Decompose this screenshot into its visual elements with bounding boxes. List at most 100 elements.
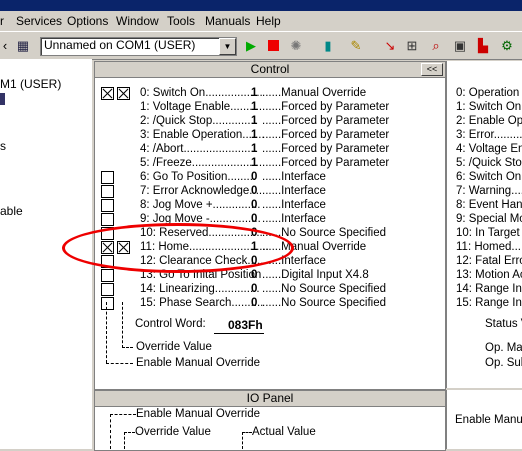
control-bit-value: 1 [251, 87, 258, 99]
book-icon[interactable]: ▙ [474, 37, 492, 54]
menu-tools[interactable]: Tools [167, 14, 195, 28]
control-bit-source[interactable]: ......Forced by Parameter [262, 143, 389, 156]
enable-manual-override-checkbox[interactable] [101, 87, 114, 100]
prev-icon[interactable]: ‹ [0, 37, 14, 54]
control-bit-value: 1 [251, 115, 258, 127]
status-bit-label: 4: Voltage En [456, 143, 522, 155]
enable-manual-override-checkbox[interactable] [101, 199, 114, 212]
status-value-label: Status V [485, 318, 522, 330]
status-bit-label: 12: Fatal Erro [456, 255, 522, 267]
control-bit-source[interactable]: ......Forced by Parameter [262, 129, 389, 142]
control-bit-source[interactable]: ......Interface [262, 213, 326, 226]
menu-partial[interactable]: r [0, 14, 4, 28]
control-bit-label: 6: Go To Position......... [140, 171, 257, 183]
status-bit-label: 11: Homed..... [456, 241, 522, 253]
menu-window[interactable]: Window [116, 14, 159, 28]
control-bit-row: 3: Enable Operation....... 1 ......Forced … [0, 129, 444, 142]
io-panel-title: IO Panel [246, 391, 294, 405]
control-bit-value: 1 [251, 129, 258, 141]
io-panel-header: IO Panel [95, 391, 445, 407]
enable-manual-override-checkbox[interactable] [101, 185, 114, 198]
enable-manual-override-checkbox[interactable] [101, 269, 114, 282]
control-bit-source[interactable]: ......No Source Specified [262, 297, 386, 310]
control-bit-row: 0: Switch On.................. 1 ......Man… [0, 87, 444, 100]
enable-manual-override-checkbox[interactable] [101, 213, 114, 226]
chevron-down-icon[interactable]: ▼ [219, 38, 236, 55]
io-override-line [124, 432, 135, 433]
control-bit-label: 3: Enable Operation....... [140, 129, 265, 141]
connection-icon[interactable]: ▦ [14, 37, 32, 54]
control-panel-title: Control [250, 62, 290, 76]
status-bit-label: 10: In Target [456, 227, 520, 239]
control-bit-value: 0 [251, 171, 258, 183]
menu-services[interactable]: Services [16, 14, 62, 28]
enable-manual-override-checkbox[interactable] [101, 283, 114, 296]
collapse-button[interactable]: << [421, 63, 443, 76]
menu-manuals[interactable]: Manuals [205, 14, 250, 28]
menu-help[interactable]: Help [256, 14, 281, 28]
enable-manual-override-checkbox[interactable] [101, 297, 114, 310]
control-bit-source[interactable]: ......Interface [262, 171, 326, 184]
status-bit-label: 2: Enable Ope [456, 115, 522, 127]
status-panel-lower: Enable Manua [446, 390, 522, 449]
io-override-value-label: Override Value [135, 426, 211, 438]
zoom-icon[interactable]: ⌕ [427, 37, 445, 54]
override-value-checkbox[interactable] [117, 87, 130, 100]
control-bit-source[interactable]: ......Manual Override [262, 87, 366, 100]
control-bit-source[interactable]: ......Interface [262, 199, 326, 212]
enable-manual-override-checkbox[interactable] [101, 171, 114, 184]
control-bit-source[interactable]: ......Interface [262, 185, 326, 198]
control-bit-label: 7: Error Acknowledge.... [140, 185, 263, 197]
stop-icon[interactable] [264, 37, 282, 54]
control-bit-row: 2: /Quick Stop.............. 1 ......Force… [0, 115, 444, 128]
status-bit-label: 1: Switch On. [456, 101, 522, 113]
status-bit-label: 6: Switch On [456, 171, 522, 183]
status-bit-label: 7: Warning..... [456, 185, 522, 197]
control-bit-value: 0 [251, 185, 258, 197]
menu-bar: r Services Options Window Tools Manuals … [0, 11, 522, 31]
run-icon[interactable]: ▶ [242, 37, 260, 54]
control-bit-row: 14: Linearizing.............. 0 ......No S… [0, 283, 444, 296]
status-bit-label: 9: Special Mo [456, 213, 522, 225]
status-bit-label: 0: Operation E [456, 87, 522, 99]
control-bit-row: 6: Go To Position......... 0 ......Interfa… [0, 171, 444, 184]
control-word-value: 083Fh [228, 318, 263, 332]
enable-manual-label: Enable Manua [455, 414, 522, 426]
control-bit-label: 8: Jog Move +............... [140, 199, 261, 211]
control-bit-label: 14: Linearizing.............. [140, 283, 260, 295]
control-bit-label: 1: Voltage Enable.......... [140, 101, 263, 113]
control-bit-label: 15: Phase Search.......... [140, 297, 264, 309]
panel-icon[interactable]: ▮ [319, 37, 337, 54]
control-bit-label: 0: Switch On.................. [140, 87, 263, 99]
control-bit-source[interactable]: ......Forced by Parameter [262, 115, 389, 128]
settings-icon[interactable]: ⚙ [498, 37, 516, 54]
control-bit-source[interactable]: ......No Source Specified [262, 283, 386, 296]
control-bit-source[interactable]: ......Forced by Parameter [262, 157, 389, 170]
device-icon[interactable]: ▣ [451, 37, 469, 54]
control-bit-row: 5: /Freeze...................... 1 ......F… [0, 157, 444, 170]
control-bit-source[interactable]: ......Forced by Parameter [262, 101, 389, 114]
control-bit-row: 8: Jog Move +............... 0 ......Inter… [0, 199, 444, 212]
probe-icon[interactable]: ↘ [381, 37, 399, 54]
op-sub-label: Op. Sub [485, 357, 522, 369]
override-value-label: Override Value [136, 341, 212, 353]
override-value-line [122, 347, 133, 348]
io-actual-value-label: Actual Value [252, 426, 316, 438]
menu-options[interactable]: Options [67, 14, 108, 28]
control-bit-value: 0 [251, 199, 258, 211]
wand-icon[interactable]: ✎ [347, 37, 365, 54]
control-bit-value: 0 [251, 297, 258, 309]
title-bar [0, 0, 522, 11]
control-bit-source[interactable]: ......Digital Input X4.8 [262, 269, 369, 282]
enable-manual-override-label: Enable Manual Override [136, 357, 261, 369]
status-bit-label: 13: Motion Ac [456, 269, 522, 281]
network-icon[interactable]: ⊞ [403, 37, 421, 54]
io-panel: IO Panel Enable Manual Override Override… [94, 390, 446, 451]
control-bit-row: 4: /Abort....................... 1 ......F… [0, 143, 444, 156]
reset-icon[interactable]: ✺ [287, 37, 305, 54]
control-bit-row: 15: Phase Search.......... 0 ......No Sour… [0, 297, 444, 310]
control-bit-label: 5: /Freeze...................... [140, 157, 263, 169]
control-bit-label: 4: /Abort....................... [140, 143, 257, 155]
control-bit-label: 2: /Quick Stop.............. [140, 115, 257, 127]
control-bit-value: 1 [251, 143, 258, 155]
